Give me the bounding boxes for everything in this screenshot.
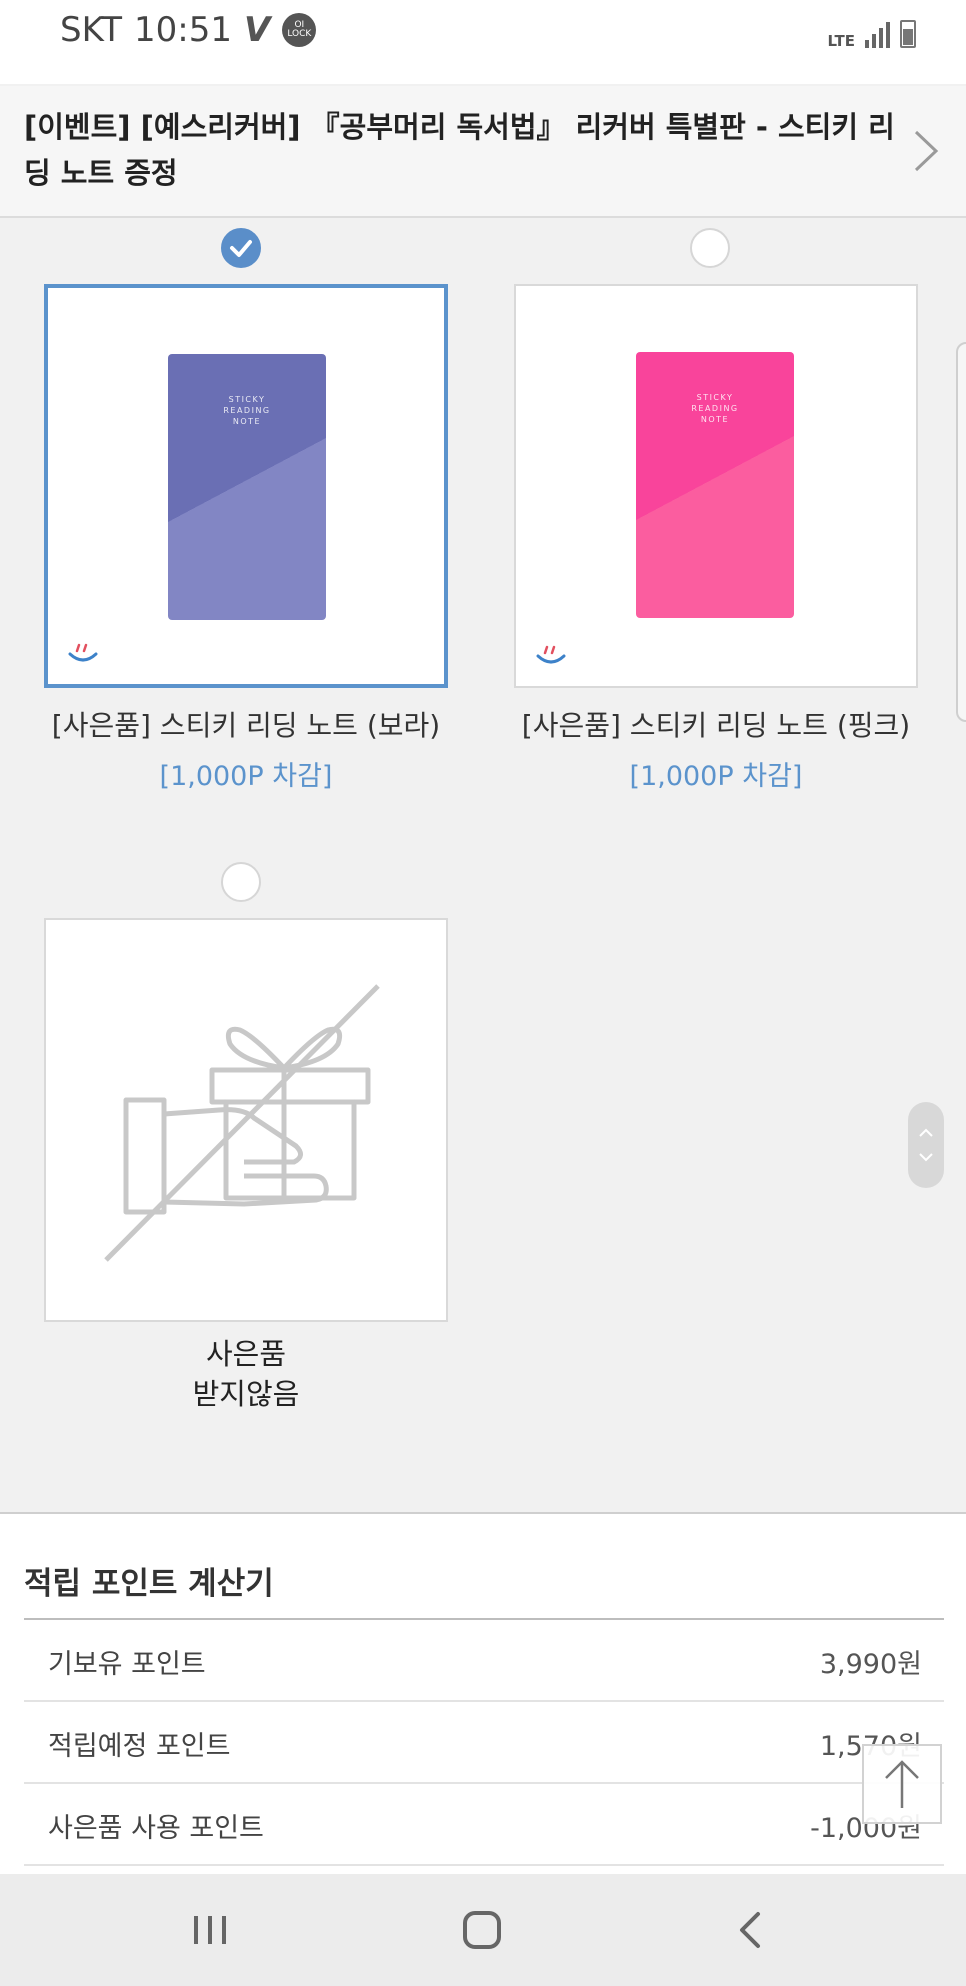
calculator-table: 기보유 포인트 3,990원 적립예정 포인트 1,570원 사은품 사용 포인… (24, 1618, 944, 1866)
home-icon[interactable] (452, 1900, 512, 1960)
back-icon[interactable] (722, 1900, 782, 1960)
check-icon (230, 240, 252, 257)
brand-smile-icon (68, 643, 98, 662)
clock: 10:51 (134, 10, 232, 50)
next-card-edge (956, 342, 966, 722)
gift-price-purple: [1,000P 차감] (159, 761, 333, 792)
notebook-pink-image: STICKY READING NOTE (636, 352, 794, 618)
gift-radio-pink[interactable] (690, 228, 730, 268)
brand-smile-icon (536, 645, 566, 664)
gift-image-pink[interactable]: STICKY READING NOTE (514, 284, 918, 688)
point-calculator: 적립 포인트 계산기 기보유 포인트 3,990원 적립예정 포인트 1,570… (0, 1512, 966, 1876)
arrow-up-icon (885, 1760, 919, 1808)
signal-icon (865, 20, 890, 48)
gift-image-purple[interactable]: STICKY READING NOTE (44, 284, 448, 688)
row-value: 3,990원 (819, 1649, 922, 1680)
status-right: LTE (827, 12, 916, 50)
gift-radio-purple[interactable] (221, 228, 261, 268)
lock-icon: OI LOCK (282, 13, 317, 47)
status-left: SKT 10:51 V OI LOCK (60, 8, 317, 52)
status-bar: SKT 10:51 V OI LOCK LTE (0, 0, 966, 84)
event-title-bar[interactable]: [이벤트] [예스리커버] 『공부머리 독서법』 리커버 특별판 - 스티키 리… (0, 86, 966, 218)
no-gift-icon (104, 984, 380, 1262)
carrier-label: SKT (60, 10, 123, 50)
row-label: 적립예정 포인트 (48, 1731, 231, 1762)
notebook-purple-image: STICKY READING NOTE (168, 354, 326, 620)
chevron-right-icon[interactable] (904, 126, 944, 176)
recent-apps-icon[interactable] (180, 1900, 240, 1960)
no-gift-label-line1: 사은품 (205, 1337, 287, 1371)
gift-price-pink: [1,000P 차감] (629, 761, 803, 792)
network-type: LTE (827, 32, 855, 50)
calculator-row-owned: 기보유 포인트 3,990원 (24, 1620, 944, 1702)
calculator-row-expected: 적립예정 포인트 1,570원 (24, 1702, 944, 1784)
gift-image-none[interactable] (44, 918, 448, 1322)
calculator-row-gift-used: 사은품 사용 포인트 -1,000원 (24, 1784, 944, 1866)
notebook-cover-text: STICKY READING NOTE (223, 395, 271, 426)
vpn-icon: V (244, 10, 271, 50)
battery-icon (900, 20, 916, 48)
no-gift-label-line2: 받지않음 (192, 1377, 300, 1411)
row-label: 기보유 포인트 (48, 1649, 206, 1680)
gift-name-pink: [사은품] 스티키 리딩 노트 (핑크) (521, 709, 911, 742)
no-gift-label: 사은품 받지않음 (44, 1334, 448, 1414)
scroll-arrows-icon (919, 1128, 933, 1162)
system-nav-bar (0, 1874, 966, 1986)
row-label: 사은품 사용 포인트 (48, 1813, 264, 1844)
page-scroll-handle[interactable] (908, 1102, 944, 1188)
calculator-title: 적립 포인트 계산기 (24, 1566, 274, 1602)
scroll-top-button[interactable] (862, 1744, 942, 1824)
event-title: [이벤트] [예스리커버] 『공부머리 독서법』 리커버 특별판 - 스티키 리… (24, 110, 895, 190)
notebook-cover-text: STICKY READING NOTE (691, 393, 739, 424)
gift-name-purple: [사은품] 스티키 리딩 노트 (보라) (51, 709, 441, 742)
gift-radio-none[interactable] (221, 862, 261, 902)
